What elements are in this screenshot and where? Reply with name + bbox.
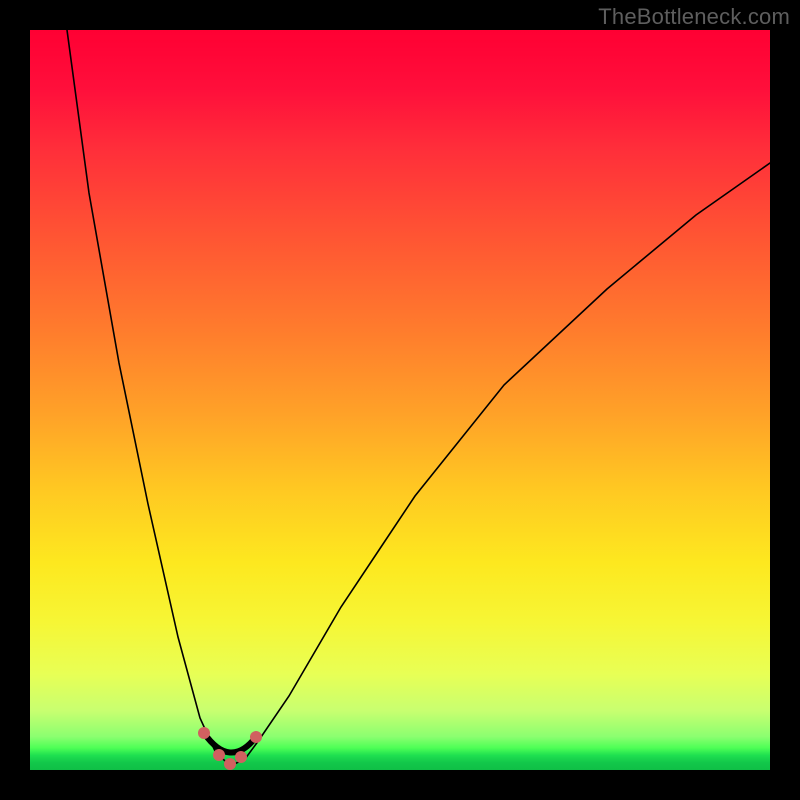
basin-marker — [235, 751, 247, 763]
basin-marker — [224, 758, 236, 770]
bottleneck-curve — [67, 30, 770, 766]
basin-highlight — [204, 733, 256, 753]
basin-marker — [250, 731, 262, 743]
curve-svg — [30, 30, 770, 770]
basin-marker — [213, 749, 225, 761]
chart-frame: TheBottleneck.com — [0, 0, 800, 800]
basin-marker — [198, 727, 210, 739]
plot-area — [30, 30, 770, 770]
watermark-text: TheBottleneck.com — [598, 4, 790, 30]
